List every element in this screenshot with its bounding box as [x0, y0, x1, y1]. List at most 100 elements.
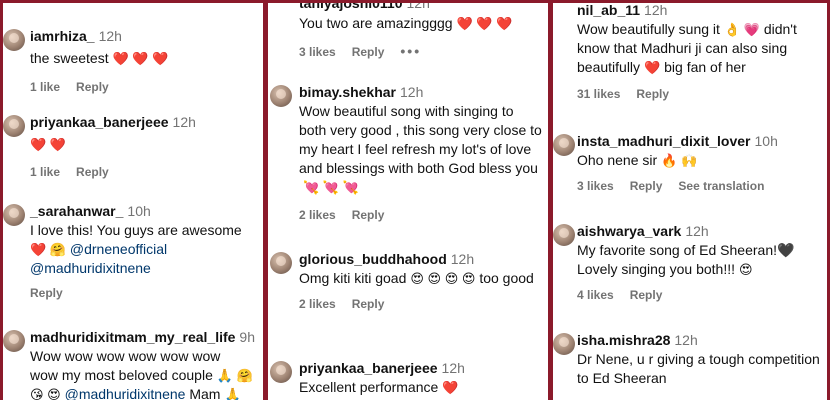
- more-options-icon[interactable]: •••: [400, 43, 421, 59]
- avatar[interactable]: [3, 330, 25, 352]
- comment-text: Excellent performance: [299, 379, 439, 395]
- comment-text: My favorite song of Ed Sheeran!: [577, 242, 777, 258]
- likes-count[interactable]: 4 likes: [577, 288, 614, 302]
- reply-button[interactable]: Reply: [630, 179, 663, 193]
- pray-emoji-icon: 🙏: [224, 387, 241, 400]
- comment-text: Omg kiti kiti goad: [299, 270, 407, 286]
- reply-button[interactable]: Reply: [352, 297, 385, 311]
- kiss-heart-eyes-emoji-icon: 😘 😍: [30, 387, 61, 400]
- avatar[interactable]: [270, 252, 292, 274]
- avatar[interactable]: [3, 29, 25, 51]
- comment-time: 12h: [441, 360, 465, 376]
- comment-item: taniyajoshi0110 12h You two are amazinggg…: [268, 3, 548, 64]
- comment-item: aishwarya_vark 12h My favorite song of Ed…: [553, 222, 827, 312]
- comments-panel-left: iamrhiza_ 12h the sweetest ❤️ ❤️ ❤️ 1 like…: [3, 3, 263, 400]
- avatar[interactable]: [553, 224, 575, 246]
- comments-panel-middle: taniyajoshi0110 12h You two are amazinggg…: [268, 3, 548, 400]
- comment-username[interactable]: nil_ab_11: [577, 3, 640, 18]
- comments-panel-right: nil_ab_11 12h Wow beautifully sung it 👌 💗 …: [553, 3, 827, 400]
- heart-arrow-emoji-icon: 💘 💘 💘: [303, 180, 359, 195]
- heart-emoji-icon: ❤️ ❤️ ❤️: [112, 51, 169, 66]
- mention-link[interactable]: @drneneofficial: [70, 241, 167, 257]
- comment-item: priyankaa_banerjeee 12h ❤️ ❤️ 1 like Reply: [3, 113, 263, 183]
- comment-username[interactable]: iamrhiza_: [30, 28, 95, 44]
- comment-text: Wow wow wow wow wow wow: [30, 348, 221, 364]
- comment-username[interactable]: taniyajoshi0110: [299, 3, 403, 11]
- heart-hug-emoji-icon: ❤️ 🤗: [30, 242, 66, 257]
- comment-username[interactable]: madhuridixitmam_my_real_life: [30, 329, 235, 345]
- heart-emoji-icon: ❤️: [442, 380, 459, 395]
- comment-item: bimay.shekhar 12h Wow beautiful song with…: [268, 83, 548, 233]
- comment-time: 12h: [450, 251, 475, 267]
- comment-username[interactable]: insta_madhuri_dixit_lover: [577, 133, 751, 149]
- comment-text: Wow beautifully sung it: [577, 21, 720, 37]
- avatar[interactable]: [270, 85, 292, 107]
- comment-text: You two are amazingggg: [299, 15, 453, 31]
- heart-eyes-emoji-icon: 😍: [739, 262, 753, 277]
- comment-text: I love this! You guys are awesome: [30, 222, 242, 238]
- comment-text: Dr Nene, u r giving a tough competition …: [577, 351, 820, 386]
- comment-username[interactable]: isha.mishra28: [577, 332, 670, 348]
- comment-item: _sarahanwar_ 10h I love this! You guys ar…: [3, 202, 263, 312]
- ok-heart-emoji-icon: 👌 💗: [723, 22, 760, 37]
- likes-count[interactable]: 2 likes: [299, 297, 336, 311]
- comment-username[interactable]: priyankaa_banerjeee: [299, 360, 438, 376]
- comment-item: glorious_buddhahood 12h Omg kiti kiti goa…: [268, 250, 548, 340]
- reply-button[interactable]: Reply: [636, 87, 669, 101]
- comment-username[interactable]: aishwarya_vark: [577, 223, 681, 239]
- comment-time: 12h: [644, 3, 668, 18]
- comment-time: 12h: [406, 3, 430, 11]
- comment-time: 10h: [754, 133, 778, 149]
- likes-count[interactable]: 3 likes: [299, 45, 336, 59]
- comment-username[interactable]: _sarahanwar_: [30, 203, 123, 219]
- reply-button[interactable]: Reply: [76, 80, 109, 94]
- comment-time: 12h: [98, 28, 122, 44]
- avatar[interactable]: [270, 361, 292, 383]
- avatar[interactable]: [3, 115, 25, 137]
- reply-button[interactable]: Reply: [352, 208, 385, 222]
- avatar[interactable]: [3, 204, 25, 226]
- comment-time: 12h: [172, 114, 196, 130]
- reply-button[interactable]: Reply: [30, 286, 63, 300]
- comment-text: Oho nene sir: [577, 152, 658, 168]
- likes-count[interactable]: 1 like: [30, 80, 60, 94]
- comment-username[interactable]: glorious_buddhahood: [299, 251, 447, 267]
- comment-time: 10h: [127, 203, 151, 219]
- comment-text: too good: [479, 270, 534, 286]
- heart-emoji-icon: ❤️: [644, 60, 661, 75]
- heart-emoji-icon: ❤️ ❤️ ❤️: [456, 16, 513, 31]
- pray-hug-emoji-icon: 🙏 🤗: [216, 368, 253, 383]
- heart-eyes-emoji-icon: 😍 😍 😍 😍: [410, 271, 476, 286]
- comment-text: Wow beautiful song with singing to both …: [299, 103, 542, 176]
- comment-text: big fan of her: [664, 59, 746, 75]
- comment-time: 12h: [400, 84, 424, 100]
- comment-item: nil_ab_11 12h Wow beautifully sung it 👌 💗 …: [553, 3, 827, 111]
- reply-button[interactable]: Reply: [76, 165, 109, 179]
- likes-count[interactable]: 31 likes: [577, 87, 620, 101]
- comment-time: 12h: [674, 332, 698, 348]
- heart-emoji-icon: ❤️ ❤️: [30, 137, 66, 152]
- avatar[interactable]: [553, 333, 575, 355]
- comment-text: the sweetest: [30, 50, 109, 66]
- likes-count[interactable]: 2 likes: [299, 208, 336, 222]
- comment-time: 9h: [239, 329, 255, 345]
- comment-time: 12h: [685, 223, 709, 239]
- comment-item: insta_madhuri_dixit_lover 10h Oho nene si…: [553, 132, 827, 202]
- see-translation-link[interactable]: See translation: [678, 179, 764, 193]
- comment-username[interactable]: priyankaa_banerjeee: [30, 114, 169, 130]
- comment-username[interactable]: bimay.shekhar: [299, 84, 396, 100]
- reply-button[interactable]: Reply: [352, 45, 385, 59]
- comment-text: Mam: [189, 386, 221, 400]
- fire-clap-emoji-icon: 🔥 🙌: [661, 153, 698, 168]
- avatar[interactable]: [553, 134, 575, 156]
- comment-text: Lovely singing you both!!!: [577, 261, 735, 277]
- likes-count[interactable]: 1 like: [30, 165, 60, 179]
- comment-text: wow my most beloved couple: [30, 367, 213, 383]
- comment-item: iamrhiza_ 12h the sweetest ❤️ ❤️ ❤️ 1 like…: [3, 27, 263, 97]
- mention-link[interactable]: @madhuridixitnene: [30, 260, 151, 276]
- comment-item: madhuridixitmam_my_real_life 9h Wow wow w…: [3, 328, 263, 400]
- black-heart-emoji-icon: 🖤: [777, 242, 795, 258]
- mention-link[interactable]: @madhuridixitnene: [65, 386, 186, 400]
- reply-button[interactable]: Reply: [630, 288, 663, 302]
- likes-count[interactable]: 3 likes: [577, 179, 614, 193]
